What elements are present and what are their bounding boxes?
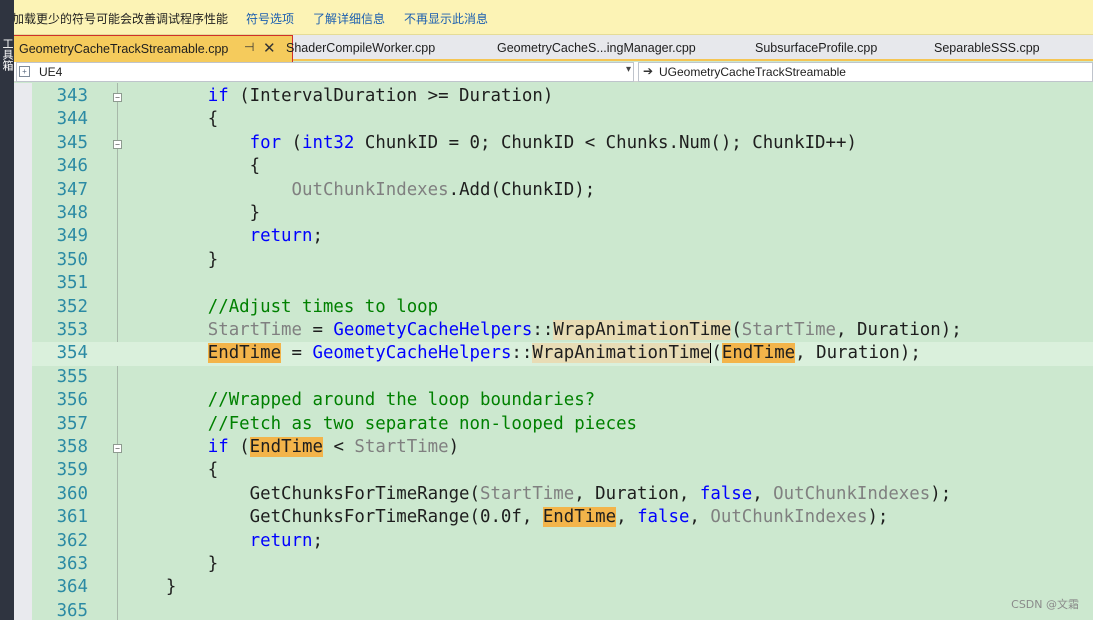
code-text[interactable]: StartTime = GeometyCacheHelpers::WrapAni… (124, 319, 962, 342)
code-line-current[interactable]: 354 EndTime = GeometyCacheHelpers::WrapA… (32, 342, 1093, 366)
code-line[interactable]: 356 //Wrapped around the loop boundaries… (32, 389, 1093, 412)
toolbox-strip[interactable]: 工具箱 (0, 0, 14, 620)
line-number: 365 (56, 600, 88, 620)
info-message: 加载更少的符号可能会改善调试程序性能 (12, 12, 229, 26)
collapse-icon[interactable]: − (113, 444, 122, 453)
line-number: 361 (56, 507, 88, 528)
code-line[interactable]: 346 { (32, 155, 1093, 178)
code-line[interactable]: 351 (32, 272, 1093, 295)
code-line[interactable]: 358 − if (EndTime < StartTime) (32, 436, 1093, 459)
code-line[interactable]: 362 return; (32, 530, 1093, 553)
code-line[interactable]: 348 } (32, 202, 1093, 225)
document-tab-row: GeometryCacheTrackStreamable.cpp ⊣ ✕ Sha… (13, 35, 1093, 64)
code-line[interactable]: 360 GetChunksForTimeRange(StartTime, Dur… (32, 483, 1093, 506)
line-number: 348 (56, 203, 88, 223)
code-line[interactable]: 344 { (32, 108, 1093, 131)
info-bar: 加载更少的符号可能会改善调试程序性能 符号选项 了解详细信息 不再显示此消息 (0, 0, 1093, 35)
code-line[interactable]: 352 //Adjust times to loop (32, 296, 1093, 319)
code-text[interactable]: if (EndTime < StartTime) (124, 436, 459, 459)
symbol-options-link[interactable]: 符号选项 (246, 10, 294, 27)
line-number: 359 (56, 460, 88, 481)
line-number: 354 (56, 343, 88, 364)
line-number: 345 (56, 132, 88, 153)
code-line[interactable]: 350 } (32, 249, 1093, 272)
tab-shadercompileworker[interactable]: ShaderCompileWorker.cpp (286, 41, 435, 55)
line-number: 355 (56, 366, 88, 387)
project-dropdown[interactable]: + UE4 ▾ (16, 62, 634, 82)
code-text[interactable]: { (124, 108, 218, 131)
close-icon[interactable]: ✕ (263, 39, 276, 57)
code-comment[interactable]: //Adjust times to loop (124, 296, 438, 319)
line-number: 363 (56, 554, 88, 574)
code-text[interactable]: } (124, 202, 261, 225)
toolbox-label[interactable]: 工具箱 (1, 38, 14, 71)
line-number: 357 (56, 413, 88, 434)
pin-icon[interactable]: ⊣ (244, 40, 254, 54)
code-text[interactable]: OutChunkIndexes.Add(ChunkID); (124, 179, 596, 202)
tab-separablesss[interactable]: SeparableSSS.cpp (934, 41, 1040, 55)
tab-geometrycachetrackstreamable[interactable]: GeometryCacheTrackStreamable.cpp ⊣ ✕ (13, 35, 293, 64)
tab-label: GeometryCacheTrackStreamable.cpp (19, 42, 229, 56)
code-text[interactable]: EndTime = GeometyCacheHelpers::WrapAnima… (124, 342, 921, 365)
code-text[interactable]: for (int32 ChunkID = 0; ChunkID < Chunks… (124, 132, 857, 155)
code-line[interactable]: 355 (32, 366, 1093, 389)
member-name: UGeometryCacheTrackStreamable (659, 65, 846, 79)
code-text[interactable]: return; (124, 530, 323, 553)
line-number: 360 (56, 483, 88, 504)
watermark: CSDN @文霜 (1011, 598, 1079, 611)
line-number: 347 (56, 179, 88, 200)
tab-geometrycachestreamingmanager[interactable]: GeometryCacheS...ingManager.cpp (497, 41, 696, 55)
arrow-right-icon: ➔ (643, 64, 654, 78)
line-number: 350 (56, 249, 88, 270)
navigation-bar: + UE4 ▾ ➔ UGeometryCacheTrackStreamable (14, 62, 1093, 82)
code-comment[interactable]: //Wrapped around the loop boundaries? (124, 389, 595, 412)
code-line[interactable]: 353 StartTime = GeometyCacheHelpers::Wra… (32, 319, 1093, 342)
code-line[interactable]: 345 − for (int32 ChunkID = 0; ChunkID < … (32, 132, 1093, 155)
dont-show-again-link[interactable]: 不再显示此消息 (404, 10, 488, 27)
editor-margin (14, 83, 32, 620)
line-number: 346 (56, 156, 88, 177)
line-number: 343 (56, 86, 88, 106)
code-text[interactable]: { (124, 459, 218, 482)
line-number: 352 (56, 296, 88, 317)
code-line[interactable]: 363 } (32, 553, 1093, 576)
code-line[interactable]: 361 GetChunksForTimeRange(0.0f, EndTime,… (32, 506, 1093, 529)
code-line[interactable]: 364 } (32, 576, 1093, 599)
code-text[interactable]: } (124, 249, 218, 272)
code-line[interactable]: 349 return; (32, 225, 1093, 248)
collapse-icon[interactable]: − (113, 139, 122, 149)
code-editor[interactable]: 343 − if (IntervalDuration >= Duration) … (32, 83, 1093, 620)
code-line[interactable]: 343 − if (IntervalDuration >= Duration) (32, 85, 1093, 108)
code-comment[interactable]: //Fetch as two separate non-looped piece… (124, 413, 637, 436)
code-text[interactable]: GetChunksForTimeRange(0.0f, EndTime, fal… (124, 506, 888, 529)
line-number: 356 (56, 390, 88, 411)
line-number: 364 (56, 577, 88, 598)
code-line[interactable]: 347 OutChunkIndexes.Add(ChunkID); (32, 179, 1093, 202)
line-number: 351 (56, 273, 88, 294)
line-number: 358 (56, 437, 88, 457)
project-name: UE4 (39, 65, 63, 79)
learn-more-link[interactable]: 了解详细信息 (313, 10, 385, 27)
project-icon: + (19, 66, 30, 77)
line-number: 353 (56, 320, 88, 340)
code-text[interactable]: if (IntervalDuration >= Duration) (124, 85, 554, 108)
code-text[interactable]: } (124, 576, 176, 599)
code-line[interactable]: 365 (32, 600, 1093, 620)
code-text[interactable]: } (124, 553, 218, 576)
line-number: 349 (56, 226, 88, 247)
code-text[interactable]: GetChunksForTimeRange(StartTime, Duratio… (124, 483, 952, 506)
line-number: 362 (56, 530, 88, 551)
collapse-icon[interactable]: − (113, 93, 122, 102)
code-text[interactable]: { (124, 155, 261, 178)
member-dropdown[interactable]: ➔ UGeometryCacheTrackStreamable (638, 62, 1093, 82)
tab-subsurfaceprofile[interactable]: SubsurfaceProfile.cpp (755, 41, 877, 55)
line-number: 344 (56, 109, 88, 130)
chevron-down-icon[interactable]: ▾ (626, 64, 631, 75)
code-text[interactable]: return; (124, 225, 323, 248)
code-line[interactable]: 359 { (32, 459, 1093, 482)
code-line[interactable]: 357 //Fetch as two separate non-looped p… (32, 413, 1093, 436)
